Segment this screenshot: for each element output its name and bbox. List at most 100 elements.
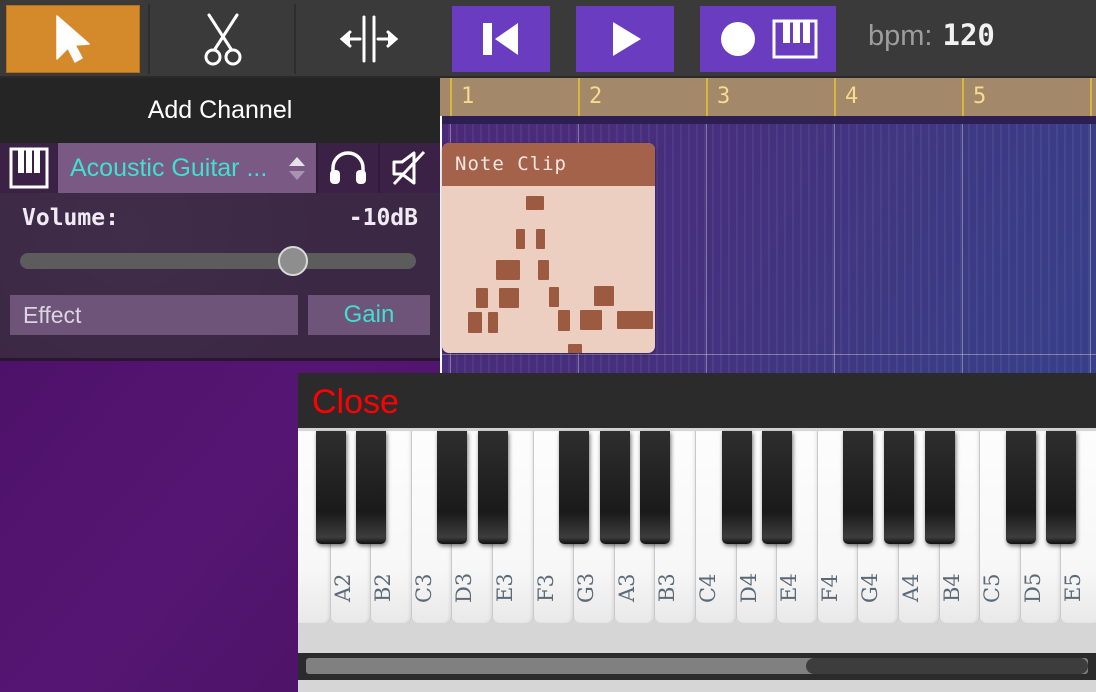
piano-black-key[interactable] xyxy=(315,431,346,544)
note-block[interactable] xyxy=(526,196,544,210)
piano-key-label: A2 xyxy=(330,573,355,603)
ruler-bar-1[interactable]: 1 xyxy=(450,78,578,116)
piano-black-key[interactable] xyxy=(437,431,468,544)
piano-black-key[interactable] xyxy=(843,431,874,544)
pointer-tool[interactable] xyxy=(6,5,140,73)
add-channel-label: Add Channel xyxy=(147,96,293,124)
note-clip-body[interactable] xyxy=(442,186,655,353)
piano-black-key[interactable] xyxy=(1046,431,1077,544)
ruler-bar-3[interactable]: 3 xyxy=(706,78,834,116)
track-separator xyxy=(440,354,1096,355)
piano-key-label: D5 xyxy=(1020,572,1045,604)
add-channel-button[interactable]: Add Channel xyxy=(0,78,440,143)
solo-button[interactable] xyxy=(316,143,378,193)
bpm-display[interactable]: bpm: 120 xyxy=(868,18,995,53)
rewind-button[interactable] xyxy=(452,6,550,72)
note-block[interactable] xyxy=(536,229,545,249)
piano-scrollbar[interactable] xyxy=(306,658,1088,674)
piano-black-key[interactable] xyxy=(356,431,387,544)
volume-slider-track[interactable] xyxy=(20,253,416,269)
volume-slider[interactable] xyxy=(20,246,416,276)
channel-header-row: Acoustic Guitar ... xyxy=(0,143,440,193)
ruler-bar-4[interactable]: 4 xyxy=(834,78,962,116)
piano-keys-icon xyxy=(9,147,49,189)
note-block[interactable] xyxy=(516,229,525,249)
piano-black-key[interactable] xyxy=(884,431,914,544)
piano-key-label: A4 xyxy=(899,573,923,603)
piano-black-key[interactable] xyxy=(924,431,955,544)
piano-key-label: C4 xyxy=(696,573,720,603)
piano-keys-container[interactable]: A2B2C3D3E3F3G3A3B3C4D4E4F4G4A4B4C5D5E5F5 xyxy=(298,431,1096,646)
effect-row: Effect Gain xyxy=(10,295,430,335)
piano-key-label: G4 xyxy=(858,572,883,604)
piano-key-label: D3 xyxy=(452,572,477,604)
timeline-track-header-strip xyxy=(440,116,1096,124)
note-block[interactable] xyxy=(468,312,482,333)
note-block[interactable] xyxy=(594,286,614,306)
gain-label: Gain xyxy=(343,301,395,328)
volume-row: Volume: -10dB xyxy=(22,205,418,231)
piano-key-label: C3 xyxy=(411,573,436,603)
note-block[interactable] xyxy=(617,311,653,329)
ruler-bar-6[interactable]: 6 xyxy=(1090,78,1096,116)
resize-horizontal-icon xyxy=(339,15,399,63)
toolbar-divider-1 xyxy=(148,4,150,74)
note-block[interactable] xyxy=(549,287,559,307)
piano-black-key[interactable] xyxy=(559,431,590,544)
piano-key-label: F3 xyxy=(533,574,558,602)
piano-key-label: C5 xyxy=(980,573,1005,603)
piano-key-label: D4 xyxy=(736,572,761,604)
piano-scrollbar-thumb[interactable] xyxy=(806,658,1088,674)
instrument-select[interactable]: Acoustic Guitar ... xyxy=(58,143,316,193)
volume-value: -10dB xyxy=(348,205,418,231)
piano-roll-panel: Close A2 B2 C3 D3 E3 F3 G3 A3 B3 C4 D4 E4 F4 G4 A4 B4 C5… xyxy=(298,373,1096,692)
note-block[interactable] xyxy=(580,310,602,330)
chevron-down-icon xyxy=(289,170,305,180)
cut-tool[interactable] xyxy=(156,5,290,73)
note-block[interactable] xyxy=(558,310,570,331)
piano-black-key[interactable] xyxy=(1005,431,1036,544)
piano-black-key[interactable] xyxy=(640,431,671,544)
gain-button[interactable]: Gain xyxy=(308,295,430,335)
piano-panel-bottom-strip xyxy=(298,680,1096,692)
piano-keyboard[interactable]: A2B2C3D3E3F3G3A3B3C4D4E4F4G4A4B4C5D5E5F5 xyxy=(298,428,1096,653)
piano-key-label: B2 xyxy=(371,573,396,603)
note-block[interactable] xyxy=(568,344,582,353)
scissors-icon xyxy=(204,13,242,66)
channel-strip: Acoustic Guitar ... Volume: -10dB Effect… xyxy=(0,143,440,358)
play-button[interactable] xyxy=(576,6,674,72)
note-clip[interactable]: Note Clip xyxy=(442,143,655,353)
piano-black-key[interactable] xyxy=(762,431,793,544)
piano-key-label: E5 xyxy=(1061,573,1086,603)
piano-key-label: A3 xyxy=(614,573,639,603)
resize-tool[interactable] xyxy=(302,5,436,73)
chevron-up-icon xyxy=(289,156,305,166)
mute-button[interactable] xyxy=(378,143,440,193)
record-button[interactable] xyxy=(700,6,836,72)
note-block[interactable] xyxy=(538,260,549,280)
bpm-label: bpm: xyxy=(868,20,933,52)
piano-black-key[interactable] xyxy=(478,431,508,544)
note-block[interactable] xyxy=(476,288,488,308)
note-block[interactable] xyxy=(488,312,498,333)
channel-instrument-icon-button[interactable] xyxy=(0,143,58,193)
ruler-bar-2[interactable]: 2 xyxy=(578,78,706,116)
toolbar-divider-2 xyxy=(294,4,296,74)
note-clip-header[interactable]: Note Clip xyxy=(442,143,655,186)
instrument-name: Acoustic Guitar ... xyxy=(70,153,268,182)
instrument-stepper[interactable] xyxy=(286,156,308,181)
timeline-ruler[interactable]: 123456 xyxy=(440,78,1096,116)
note-block[interactable] xyxy=(499,288,519,308)
toolbar: bpm: 120 xyxy=(0,0,1096,78)
close-button[interactable]: Close xyxy=(306,381,405,424)
speaker-muted-icon xyxy=(392,150,426,186)
piano-key-label: E4 xyxy=(777,573,802,603)
effect-select[interactable]: Effect xyxy=(10,295,298,335)
piano-black-key[interactable] xyxy=(721,431,752,544)
piano-keys-icon xyxy=(772,19,818,59)
piano-black-key[interactable] xyxy=(599,431,630,544)
skip-to-start-icon xyxy=(483,23,518,55)
ruler-bar-5[interactable]: 5 xyxy=(962,78,1090,116)
note-block[interactable] xyxy=(496,260,520,280)
volume-slider-thumb[interactable] xyxy=(278,246,309,276)
